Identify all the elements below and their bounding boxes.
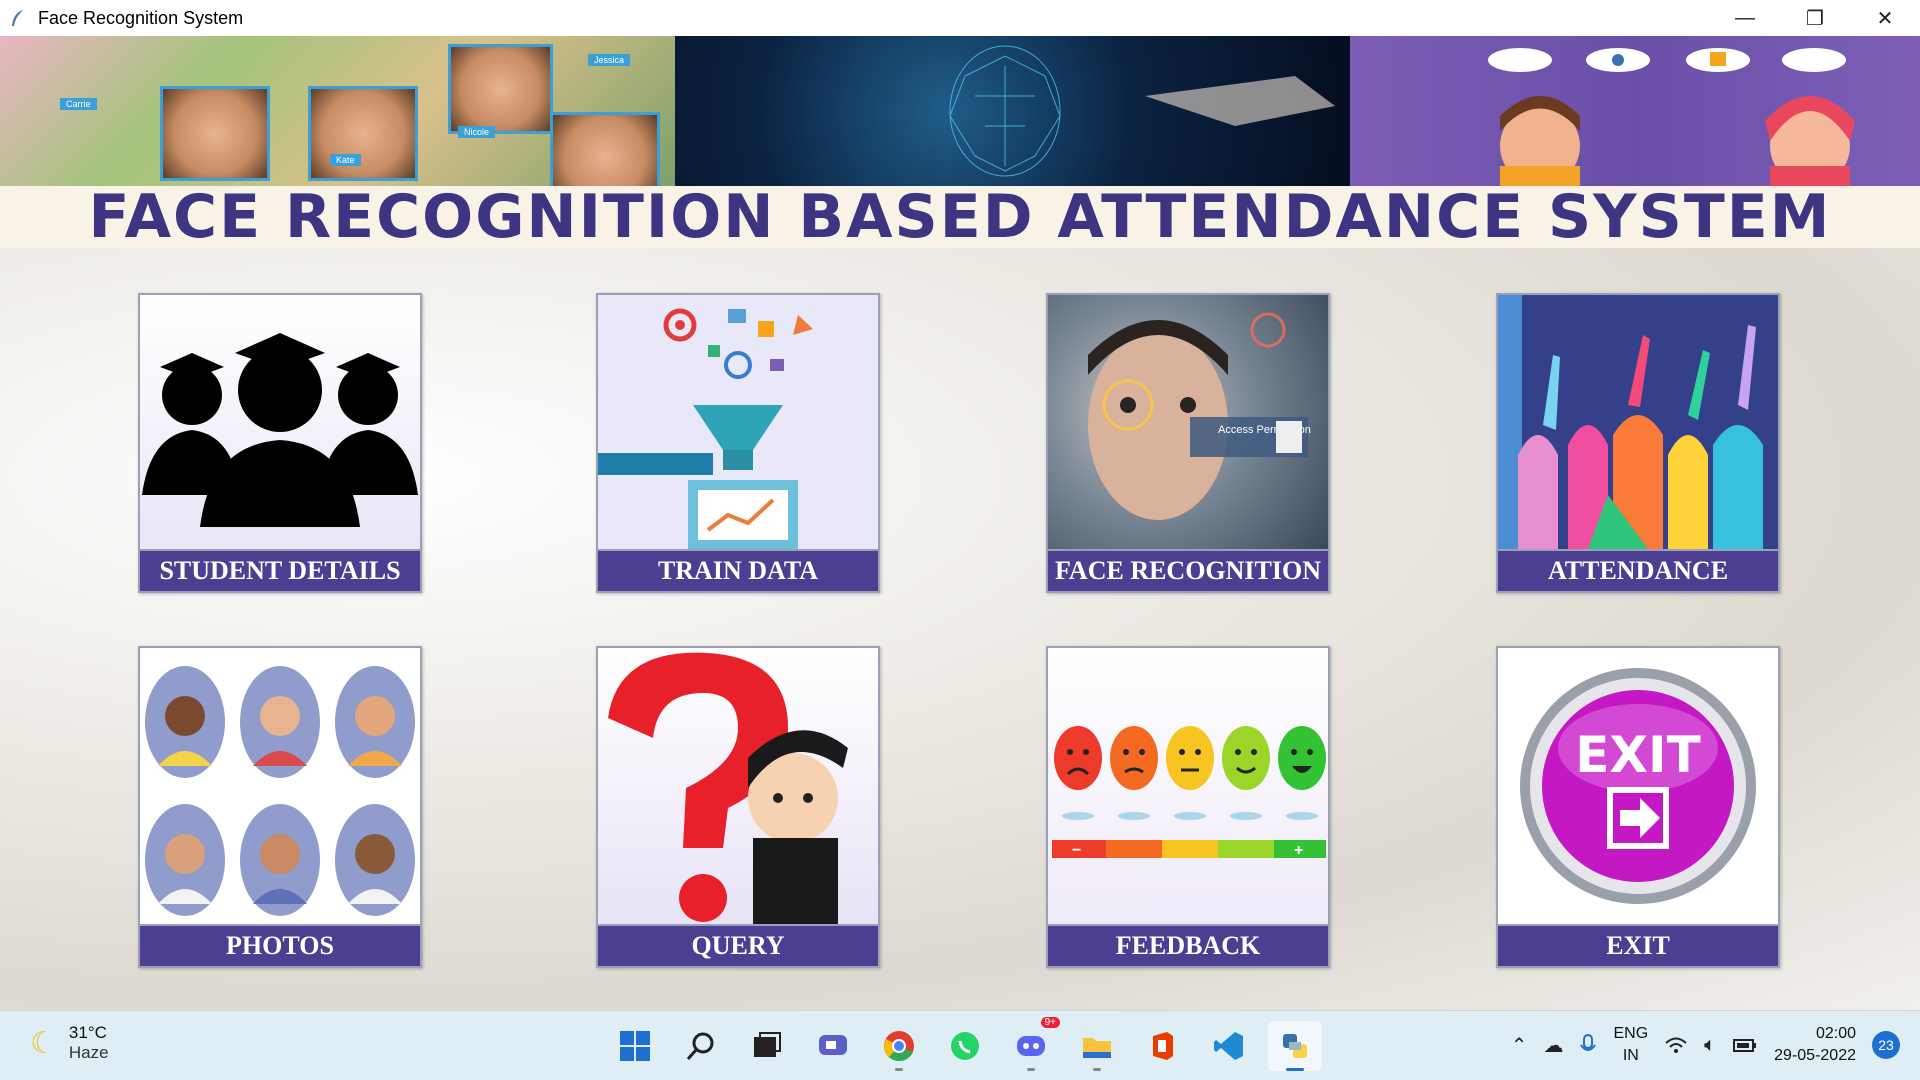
discord-badge: 9+ bbox=[1040, 1017, 1060, 1028]
funnel-icon bbox=[598, 295, 878, 549]
whatsapp-icon bbox=[951, 1032, 979, 1060]
chevron-up-icon[interactable]: ⌃ bbox=[1511, 1033, 1528, 1058]
face-recognition-button[interactable]: Access Permission FACE RECOGNITION bbox=[1046, 293, 1330, 593]
plus-sign: + bbox=[1294, 842, 1303, 859]
face-tag: Kate bbox=[330, 154, 361, 166]
moon-icon: ☾ bbox=[30, 1026, 57, 1060]
close-button[interactable]: ✕ bbox=[1850, 0, 1920, 36]
microphone-icon[interactable] bbox=[1579, 1033, 1597, 1057]
banner-digital-face-image bbox=[675, 36, 1350, 186]
tile-label: EXIT bbox=[1498, 924, 1778, 966]
face-detection-box bbox=[550, 112, 660, 186]
question-mark-icon bbox=[598, 648, 878, 924]
windows-taskbar: ☾ 31°C Haze 9+ ⌃ ☁ ENG IN 🔈︎ 02:00 29-05… bbox=[0, 1010, 1920, 1080]
students-icon bbox=[140, 295, 420, 549]
weather-temp: 31°C bbox=[68, 1023, 107, 1042]
attendance-button[interactable]: ATTENDANCE bbox=[1496, 293, 1780, 593]
windows-icon bbox=[620, 1031, 650, 1061]
face-detection-box bbox=[448, 44, 553, 134]
exit-icon: EXIT bbox=[1498, 648, 1778, 924]
chrome-button[interactable] bbox=[872, 1021, 926, 1071]
photos-button[interactable]: PHOTOS bbox=[138, 646, 422, 968]
face-scan-icon: Access Permission bbox=[1048, 295, 1328, 549]
whatsapp-button[interactable] bbox=[938, 1021, 992, 1071]
query-button[interactable]: QUERY bbox=[596, 646, 880, 968]
chat-icon bbox=[819, 1035, 847, 1055]
wifi-icon[interactable] bbox=[1664, 1035, 1688, 1055]
task-view-button[interactable] bbox=[740, 1021, 794, 1071]
clock-time: 02:00 bbox=[1815, 1025, 1856, 1042]
face-tag: Jessica bbox=[588, 54, 631, 66]
wireframe-face-icon bbox=[949, 45, 1335, 177]
biometric-icons-icon bbox=[1488, 48, 1855, 186]
search-button[interactable] bbox=[674, 1021, 728, 1071]
emoji-scale-icon: − + bbox=[1048, 648, 1328, 924]
minus-sign: − bbox=[1072, 842, 1081, 859]
language-code: ENG bbox=[1613, 1025, 1649, 1042]
discord-button[interactable]: 9+ bbox=[1004, 1017, 1060, 1071]
language-indicator[interactable]: ENG IN bbox=[1613, 1023, 1648, 1067]
start-button[interactable] bbox=[608, 1021, 662, 1071]
region-code: IN bbox=[1622, 1047, 1639, 1064]
exit-button[interactable]: EXIT EXIT bbox=[1496, 646, 1780, 968]
avatars-icon bbox=[140, 648, 420, 924]
face-detection-box bbox=[308, 86, 418, 181]
weather-desc: Haze bbox=[68, 1043, 109, 1062]
weather-widget[interactable]: ☾ 31°C Haze bbox=[30, 1023, 109, 1063]
maximize-button[interactable]: ❐ bbox=[1780, 0, 1850, 36]
window-titlebar: Face Recognition System — ❐ ✕ bbox=[0, 0, 1920, 36]
speaker-icon[interactable]: 🔈︎ bbox=[1704, 1034, 1716, 1057]
banner-faces-image: Carrie Kate Nicole Jessica bbox=[0, 36, 675, 186]
vscode-icon bbox=[1214, 1032, 1243, 1060]
task-view-icon bbox=[754, 1032, 781, 1057]
onedrive-icon[interactable]: ☁ bbox=[1543, 1033, 1563, 1058]
tile-label: FEEDBACK bbox=[1048, 924, 1328, 966]
file-explorer-button[interactable] bbox=[1070, 1021, 1124, 1071]
raised-hands-icon bbox=[1498, 295, 1778, 549]
tile-label: TRAIN DATA bbox=[598, 549, 878, 591]
notification-badge[interactable]: 23 bbox=[1872, 1031, 1900, 1059]
feedback-button[interactable]: − + FEEDBACK bbox=[1046, 646, 1330, 968]
clock-date: 29-05-2022 bbox=[1774, 1047, 1856, 1064]
tile-label: STUDENT DETAILS bbox=[140, 549, 420, 591]
battery-icon[interactable] bbox=[1732, 1035, 1758, 1055]
vscode-button[interactable] bbox=[1202, 1021, 1256, 1071]
page-heading: FACE RECOGNITION BASED ATTENDANCE SYSTEM bbox=[0, 182, 1920, 252]
window-title: Face Recognition System bbox=[38, 7, 244, 28]
minimize-button[interactable]: — bbox=[1710, 0, 1780, 36]
system-clock[interactable]: 02:00 29-05-2022 bbox=[1774, 1023, 1856, 1067]
header-banner: Carrie Kate Nicole Jessica bbox=[0, 36, 1920, 186]
office-icon bbox=[1153, 1032, 1173, 1060]
tile-label: QUERY bbox=[598, 924, 878, 966]
tile-label: ATTENDANCE bbox=[1498, 549, 1778, 591]
folder-icon bbox=[1083, 1038, 1111, 1058]
page-title: FACE RECOGNITION BASED ATTENDANCE SYSTEM bbox=[88, 182, 1832, 252]
student-details-button[interactable]: STUDENT DETAILS bbox=[138, 293, 422, 593]
train-data-button[interactable]: TRAIN DATA bbox=[596, 293, 880, 593]
face-tag: Nicole bbox=[458, 126, 496, 138]
feather-icon bbox=[12, 10, 23, 26]
discord-icon bbox=[1017, 1036, 1045, 1056]
face-tag: Carrie bbox=[60, 98, 97, 110]
office-button[interactable] bbox=[1136, 1021, 1190, 1071]
search-icon bbox=[686, 1032, 714, 1060]
chrome-icon bbox=[884, 1031, 914, 1062]
exit-button-text: EXIT bbox=[1575, 726, 1700, 784]
python-icon bbox=[1283, 1034, 1307, 1058]
python-button[interactable] bbox=[1268, 1021, 1322, 1071]
tile-label: PHOTOS bbox=[140, 924, 420, 966]
banner-biometrics-image bbox=[1350, 36, 1920, 186]
teams-chat-button[interactable] bbox=[806, 1021, 860, 1071]
face-detection-box bbox=[160, 86, 270, 181]
tile-label: FACE RECOGNITION bbox=[1048, 549, 1328, 591]
